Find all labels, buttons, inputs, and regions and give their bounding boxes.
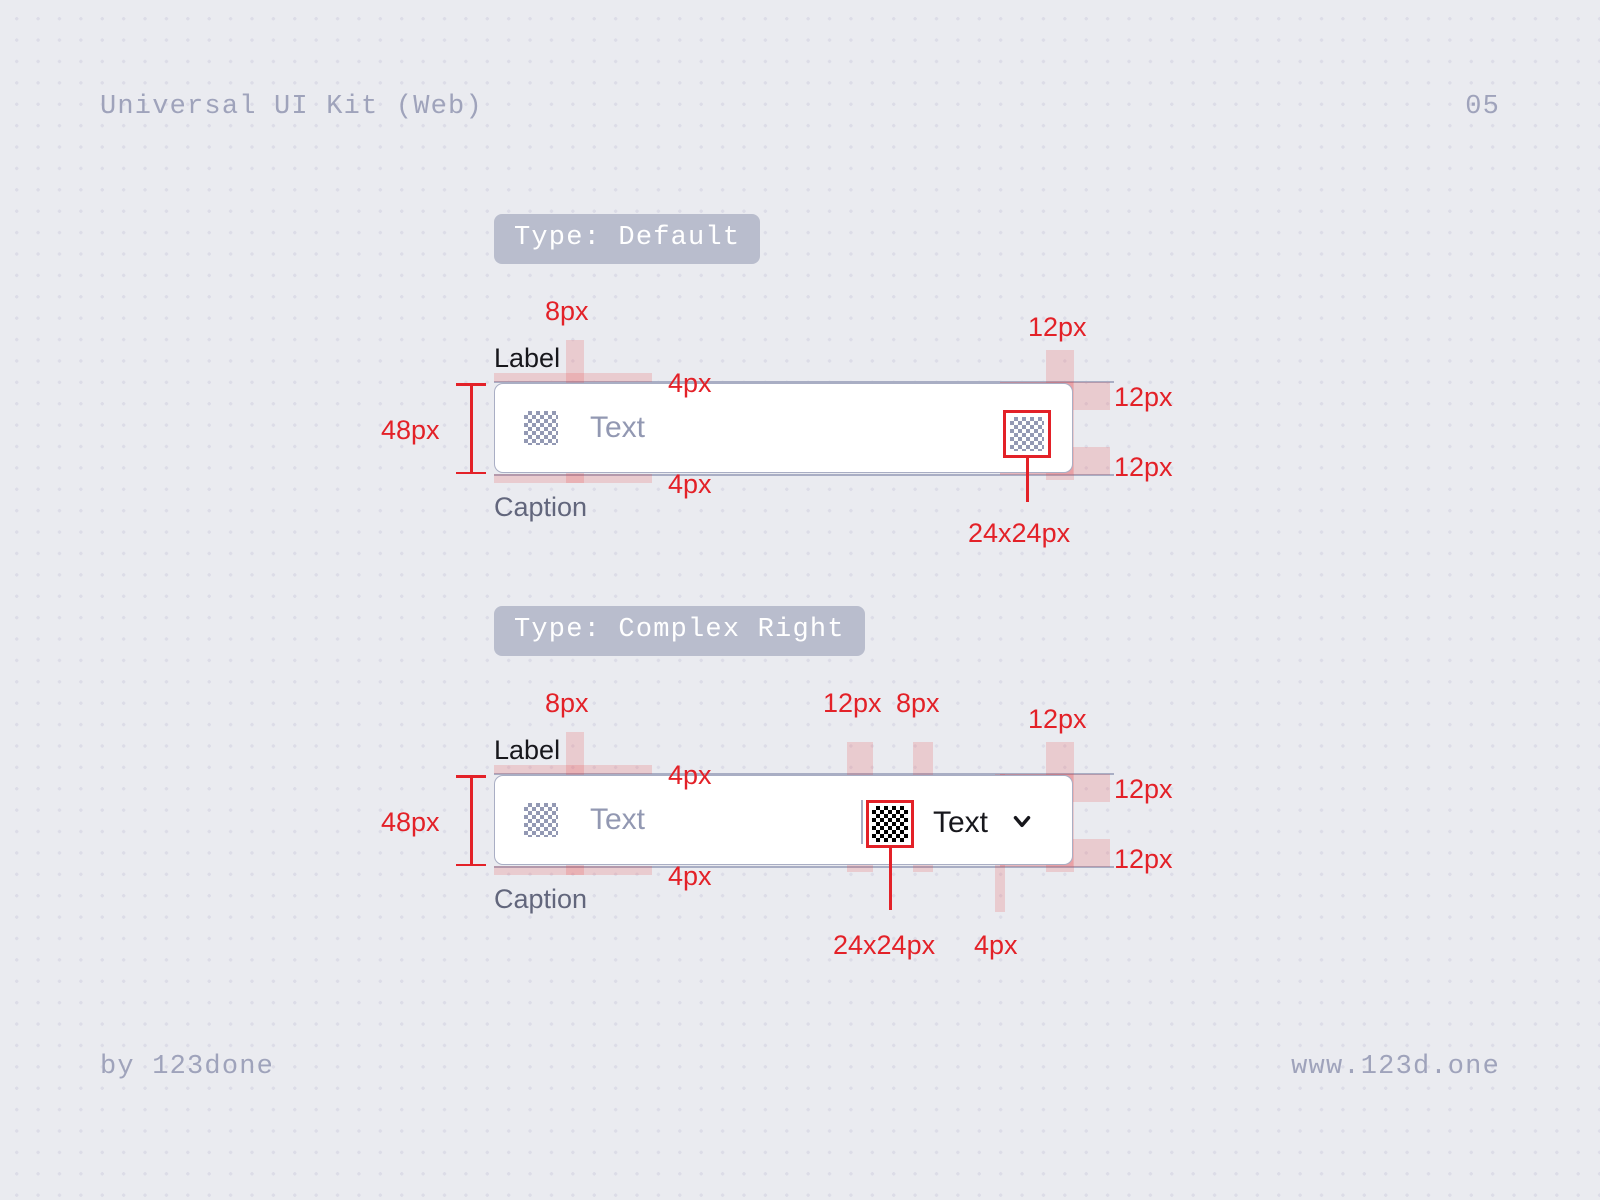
dim-right-pad-mid: 12px — [1114, 382, 1173, 412]
dim-right-pad-bottom: 12px — [1114, 844, 1173, 874]
page-number: 05 — [1465, 92, 1500, 122]
dim-trailing-pad: 12px — [1028, 704, 1087, 734]
trailing-icon-callout[interactable] — [1003, 410, 1051, 458]
dim-chevron-gap: 4px — [974, 930, 1018, 960]
input-placeholder: Text — [590, 803, 646, 836]
trailing-value-text: Text — [933, 806, 989, 839]
dim-label-spacing: 4px — [668, 760, 712, 790]
dim-right-pad-top: 12px — [1028, 312, 1087, 342]
dim-icon-right-pad: 8px — [896, 688, 940, 718]
height-bracket — [456, 775, 486, 866]
field-caption: Caption — [494, 884, 588, 914]
callout-leader-line — [1026, 458, 1029, 502]
dim-right-pad-top: 12px — [1114, 774, 1173, 804]
leading-checkerboard-icon — [524, 411, 558, 445]
trailing-icon-callout[interactable] — [866, 800, 914, 848]
field-label: Label — [494, 343, 561, 373]
page-footer: by 123done www.123d.one — [0, 1052, 1600, 1082]
field-caption: Caption — [494, 492, 588, 522]
chevron-down-icon[interactable] — [1009, 808, 1035, 834]
trailing-checkerboard-icon — [1010, 417, 1044, 451]
footer-author: by 123done — [100, 1052, 275, 1082]
dim-icon-size: 24x24px — [968, 518, 1071, 548]
section-badge-complex-right: Type: Complex Right — [494, 606, 865, 656]
dim-label-gap: 8px — [545, 688, 589, 718]
text-input-default[interactable]: Text — [494, 383, 1073, 473]
dim-caption-spacing: 4px — [668, 861, 712, 891]
page-header: Universal UI Kit (Web) 05 — [0, 92, 1600, 122]
field-label: Label — [494, 735, 561, 765]
trailing-divider — [861, 800, 863, 844]
footer-website: www.123d.one — [1291, 1052, 1500, 1082]
dim-caption-spacing: 4px — [668, 469, 712, 499]
leading-checkerboard-icon — [524, 803, 558, 837]
height-bracket — [456, 383, 486, 474]
dim-icon-size: 24x24px — [833, 930, 936, 960]
dim-label-gap: 8px — [545, 296, 589, 326]
section-badge-default: Type: Default — [494, 214, 761, 264]
trailing-checkerboard-icon — [872, 806, 908, 842]
dim-field-height: 48px — [381, 807, 440, 837]
callout-leader-line — [889, 848, 892, 910]
dim-field-height: 48px — [381, 415, 440, 445]
dim-label-spacing: 4px — [668, 368, 712, 398]
dim-icon-left-pad: 12px — [823, 688, 882, 718]
input-placeholder: Text — [590, 411, 646, 444]
dim-right-pad-bottom: 12px — [1114, 452, 1173, 482]
kit-title: Universal UI Kit (Web) — [100, 92, 483, 122]
